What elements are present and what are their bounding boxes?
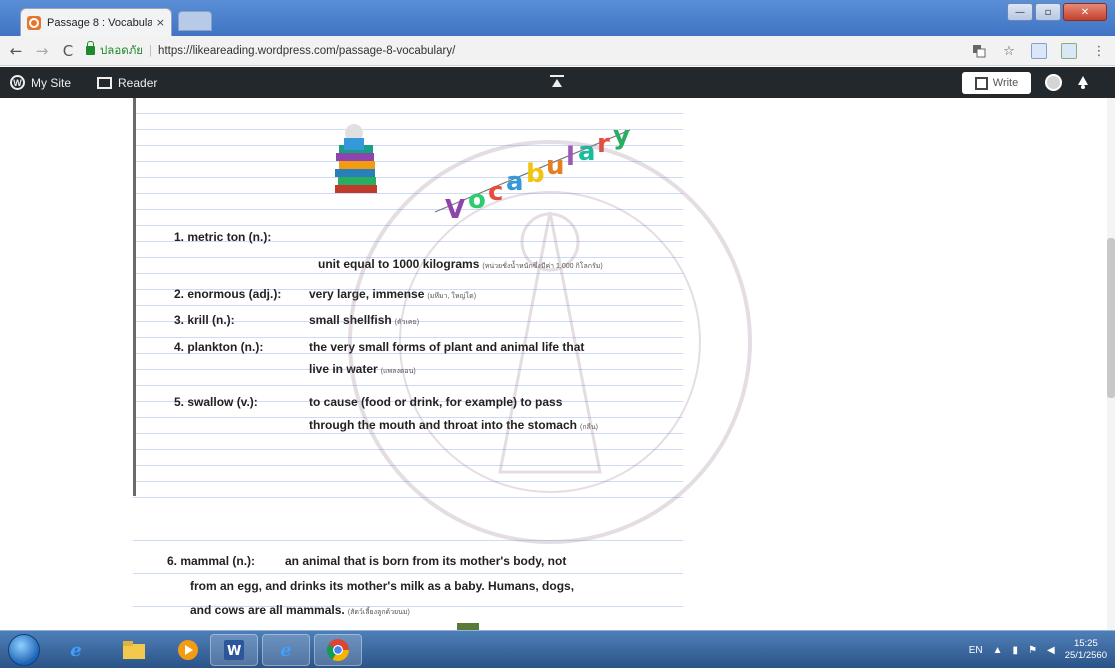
definition-6-line-3: and cows are all mammals. (สัตว์เลี้ยงลูก… bbox=[190, 603, 410, 617]
clock-time: 15:25 bbox=[1073, 638, 1098, 649]
browser-tab-strip: Passage 8 : Vocabulary | × — ▫ ✕ bbox=[0, 0, 1115, 36]
new-tab-button[interactable] bbox=[178, 11, 212, 31]
definition-6-line-2: from an egg, and drinks its mother's mil… bbox=[190, 579, 575, 593]
term-4: 4. plankton (n.): bbox=[174, 340, 264, 354]
site-favicon-icon bbox=[27, 15, 41, 30]
letter-c: c bbox=[488, 177, 503, 207]
tray-expand-icon[interactable]: ▲ bbox=[993, 645, 1003, 656]
page-scrollbar[interactable] bbox=[1107, 98, 1115, 630]
page-content: V o c a b u l a r y 1. metric ton (n.): … bbox=[0, 98, 1115, 630]
letter-V: V bbox=[445, 195, 465, 225]
letter-r: r bbox=[597, 129, 610, 159]
close-window-button[interactable]: ✕ bbox=[1063, 3, 1107, 21]
reader-link[interactable]: Reader bbox=[81, 76, 157, 90]
letter-u: u bbox=[546, 151, 565, 181]
menu-icon[interactable]: ⋮ bbox=[1091, 43, 1107, 59]
term-1: 1. metric ton (n.): bbox=[174, 230, 272, 244]
reader-icon bbox=[97, 76, 113, 89]
extension-icon-2[interactable] bbox=[1061, 43, 1077, 59]
collapse-bar-icon[interactable] bbox=[550, 75, 564, 89]
browser-toolbar: ← → C ปลอดภัย | https://likeareading.wor… bbox=[0, 36, 1115, 66]
letter-o: o bbox=[468, 185, 486, 215]
url-text[interactable]: https://likeareading.wordpress.com/passa… bbox=[158, 45, 455, 57]
definition-1: unit equal to 1000 kilograms (หน่วยชั่งน้… bbox=[318, 257, 603, 271]
extension-icon[interactable] bbox=[1031, 43, 1047, 59]
my-site-label: My Site bbox=[31, 75, 72, 90]
wordpress-admin-bar: W My Site Reader Write bbox=[0, 67, 1115, 98]
windows-taskbar: e W e EN ▲ ▮ ⚑ ◀ 15:25 25/1/2560 bbox=[0, 630, 1115, 668]
letter-b: b bbox=[526, 159, 545, 189]
books-stack-icon bbox=[335, 124, 377, 193]
write-icon bbox=[974, 76, 988, 90]
volume-icon[interactable]: ◀ bbox=[1047, 645, 1055, 656]
system-tray: EN ▲ ▮ ⚑ ◀ 15:25 25/1/2560 bbox=[969, 631, 1107, 668]
network-icon[interactable]: ▮ bbox=[1013, 645, 1019, 656]
clock[interactable]: 15:25 25/1/2560 bbox=[1065, 638, 1107, 662]
tab-close-icon[interactable]: × bbox=[156, 16, 165, 29]
write-button[interactable]: Write bbox=[962, 72, 1031, 94]
definition-2: very large, immense (มหึมา, ใหญ่โต) bbox=[309, 287, 477, 301]
flag-icon[interactable]: ⚑ bbox=[1028, 645, 1037, 656]
write-label: Write bbox=[992, 77, 1019, 89]
address-separator: | bbox=[149, 44, 153, 57]
letter-a: a bbox=[506, 167, 524, 197]
toolbar-right-icons: ☆ ⋮ bbox=[971, 43, 1107, 59]
definition-3: small shellfish (ตัวเคย) bbox=[309, 313, 420, 327]
scrollbar-thumb[interactable] bbox=[1107, 238, 1115, 398]
chrome-taskbar-icon[interactable] bbox=[314, 634, 362, 666]
letter-a2: a bbox=[578, 137, 596, 167]
tab-title: Passage 8 : Vocabulary | bbox=[47, 16, 152, 29]
notifications-icon[interactable] bbox=[1075, 74, 1091, 90]
definition-5-line-1: to cause (food or drink, for example) to… bbox=[309, 395, 563, 409]
definition-5-line-2: through the mouth and throat into the st… bbox=[309, 418, 598, 432]
my-site-link[interactable]: W My Site bbox=[10, 75, 71, 90]
vocabulary-illustration: V o c a b u l a r y bbox=[335, 121, 630, 225]
definition-4-line-2: live in water (แพลงตอน) bbox=[309, 362, 416, 376]
language-indicator[interactable]: EN bbox=[969, 645, 983, 656]
browser-tab[interactable]: Passage 8 : Vocabulary | × bbox=[20, 8, 172, 36]
lock-icon bbox=[86, 41, 95, 55]
reader-label: Reader bbox=[118, 75, 158, 90]
window-controls: — ▫ ✕ bbox=[1007, 3, 1107, 21]
letter-y: y bbox=[613, 121, 630, 151]
avatar[interactable] bbox=[1045, 74, 1062, 91]
letter-l: l bbox=[566, 142, 575, 172]
secure-label: ปลอดภัย bbox=[100, 44, 144, 57]
start-button[interactable] bbox=[8, 634, 40, 666]
translate-icon[interactable] bbox=[971, 43, 987, 59]
clock-date: 25/1/2560 bbox=[1064, 650, 1107, 661]
address-bar[interactable]: ปลอดภัย | https://likeareading.wordpress… bbox=[86, 40, 455, 62]
forward-button[interactable]: → bbox=[32, 42, 52, 60]
file-explorer-taskbar-icon[interactable] bbox=[110, 634, 158, 666]
bookmark-star-icon[interactable]: ☆ bbox=[1001, 43, 1017, 59]
maximize-button[interactable]: ▫ bbox=[1035, 3, 1061, 21]
notebook-margin-line bbox=[133, 98, 136, 496]
partial-image-bottom bbox=[457, 623, 479, 630]
wordpress-logo-icon: W bbox=[10, 75, 25, 90]
definition-4-line-1: the very small forms of plant and animal… bbox=[309, 340, 585, 354]
term-6: 6. mammal (n.): bbox=[167, 554, 256, 568]
definition-6-line-1: an animal that is born from its mother's… bbox=[285, 554, 567, 568]
minimize-button[interactable]: — bbox=[1007, 3, 1033, 21]
reload-button[interactable]: C bbox=[58, 42, 78, 60]
back-button[interactable]: ← bbox=[6, 42, 26, 60]
term-2: 2. enormous (adj.): bbox=[174, 287, 282, 301]
word-taskbar-icon[interactable]: W bbox=[210, 634, 258, 666]
term-5: 5. swallow (v.): bbox=[174, 395, 258, 409]
internet-explorer-taskbar-icon-2[interactable]: e bbox=[262, 634, 310, 666]
internet-explorer-taskbar-icon[interactable]: e bbox=[52, 634, 100, 666]
term-3: 3. krill (n.): bbox=[174, 313, 235, 327]
media-player-taskbar-icon[interactable] bbox=[164, 634, 212, 666]
svg-text:W: W bbox=[227, 644, 241, 659]
